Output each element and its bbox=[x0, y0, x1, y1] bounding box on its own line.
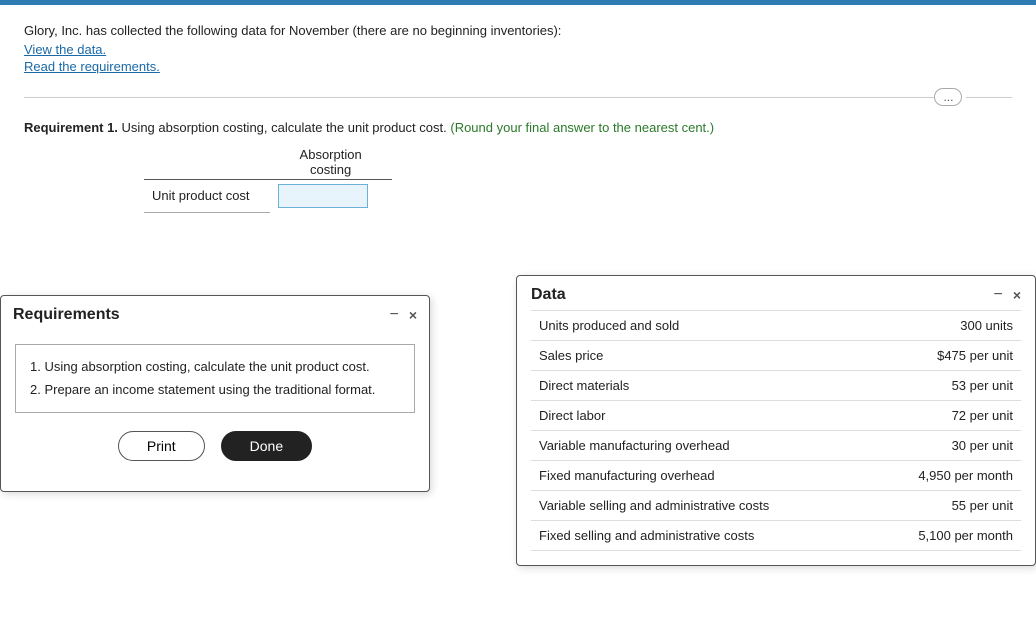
data-row-label: Sales price bbox=[531, 341, 869, 371]
requirement-body-text: Using absorption costing, calculate the … bbox=[122, 120, 447, 135]
data-modal-controls: − × bbox=[993, 287, 1021, 303]
data-modal-title: Data bbox=[531, 286, 566, 304]
intro-text: Glory, Inc. has collected the following … bbox=[24, 23, 1012, 38]
print-button[interactable]: Print bbox=[118, 431, 205, 461]
divider-line-right bbox=[966, 97, 1012, 98]
data-row-label: Units produced and sold bbox=[531, 311, 869, 341]
requirements-list: 1. Using absorption costing, calculate t… bbox=[15, 344, 415, 413]
requirement-section: Requirement 1. Using absorption costing,… bbox=[24, 120, 1012, 213]
data-table-row: Direct materials53 per unit bbox=[531, 371, 1021, 401]
data-modal: Data − × Units produced and sold300 unit… bbox=[516, 275, 1036, 566]
data-table-row: Fixed manufacturing overhead4,950 per mo… bbox=[531, 461, 1021, 491]
data-row-value: 72 per unit bbox=[869, 401, 1021, 431]
data-table-row: Variable manufacturing overhead30 per un… bbox=[531, 431, 1021, 461]
divider-line bbox=[24, 97, 934, 98]
unit-product-cost-cell bbox=[270, 180, 392, 213]
absorption-costing-header: Absorption costing bbox=[270, 145, 392, 180]
data-row-value: 30 per unit bbox=[869, 431, 1021, 461]
data-row-label: Direct labor bbox=[531, 401, 869, 431]
requirements-modal: Requirements − × 1. Using absorption cos… bbox=[0, 295, 430, 492]
requirement-number: Requirement 1. bbox=[24, 120, 118, 135]
data-row-value: 55 per unit bbox=[869, 491, 1021, 521]
data-table-row: Fixed selling and administrative costs5,… bbox=[531, 521, 1021, 551]
data-table-row: Direct labor72 per unit bbox=[531, 401, 1021, 431]
requirements-modal-title: Requirements bbox=[13, 306, 120, 324]
data-close-button[interactable]: × bbox=[1013, 287, 1021, 303]
data-row-label: Fixed manufacturing overhead bbox=[531, 461, 869, 491]
requirement-item-1: 1. Using absorption costing, calculate t… bbox=[30, 355, 400, 378]
done-button[interactable]: Done bbox=[221, 431, 312, 461]
data-row-label: Fixed selling and administrative costs bbox=[531, 521, 869, 551]
requirements-modal-titlebar: Requirements − × bbox=[1, 296, 429, 330]
data-table-row: Units produced and sold300 units bbox=[531, 311, 1021, 341]
requirement-item-2: 2. Prepare an income statement using the… bbox=[30, 378, 400, 401]
requirements-modal-controls: − × bbox=[389, 307, 417, 323]
requirements-minimize-button[interactable]: − bbox=[389, 307, 398, 323]
data-modal-titlebar: Data − × bbox=[517, 276, 1035, 310]
main-content: Glory, Inc. has collected the following … bbox=[0, 5, 1036, 213]
requirements-close-button[interactable]: × bbox=[409, 307, 417, 323]
requirements-modal-body: 1. Using absorption costing, calculate t… bbox=[1, 330, 429, 491]
data-row-value: 4,950 per month bbox=[869, 461, 1021, 491]
requirement-note: (Round your final answer to the nearest … bbox=[450, 120, 714, 135]
data-table-row: Sales price$475 per unit bbox=[531, 341, 1021, 371]
read-requirements-link[interactable]: Read the requirements. bbox=[24, 59, 1012, 74]
data-row-value: 53 per unit bbox=[869, 371, 1021, 401]
data-row-value: $475 per unit bbox=[869, 341, 1021, 371]
data-table: Units produced and sold300 unitsSales pr… bbox=[531, 310, 1021, 551]
data-modal-body: Units produced and sold300 unitsSales pr… bbox=[517, 310, 1035, 565]
data-row-label: Variable manufacturing overhead bbox=[531, 431, 869, 461]
data-table-row: Variable selling and administrative cost… bbox=[531, 491, 1021, 521]
requirement-title: Requirement 1. Using absorption costing,… bbox=[24, 120, 1012, 135]
data-row-label: Direct materials bbox=[531, 371, 869, 401]
data-row-value: 5,100 per month bbox=[869, 521, 1021, 551]
data-minimize-button[interactable]: − bbox=[993, 287, 1002, 303]
divider-row: ... bbox=[24, 88, 1012, 106]
data-row-label: Variable selling and administrative cost… bbox=[531, 491, 869, 521]
ellipsis-button[interactable]: ... bbox=[934, 88, 962, 106]
unit-product-cost-label: Unit product cost bbox=[144, 180, 270, 213]
absorption-costing-table: Absorption costing Unit product cost bbox=[144, 145, 392, 213]
col-label-header bbox=[144, 145, 270, 180]
view-data-link[interactable]: View the data. bbox=[24, 42, 1012, 57]
unit-product-cost-input[interactable] bbox=[278, 184, 368, 208]
requirements-modal-footer: Print Done bbox=[15, 431, 415, 475]
data-row-value: 300 units bbox=[869, 311, 1021, 341]
